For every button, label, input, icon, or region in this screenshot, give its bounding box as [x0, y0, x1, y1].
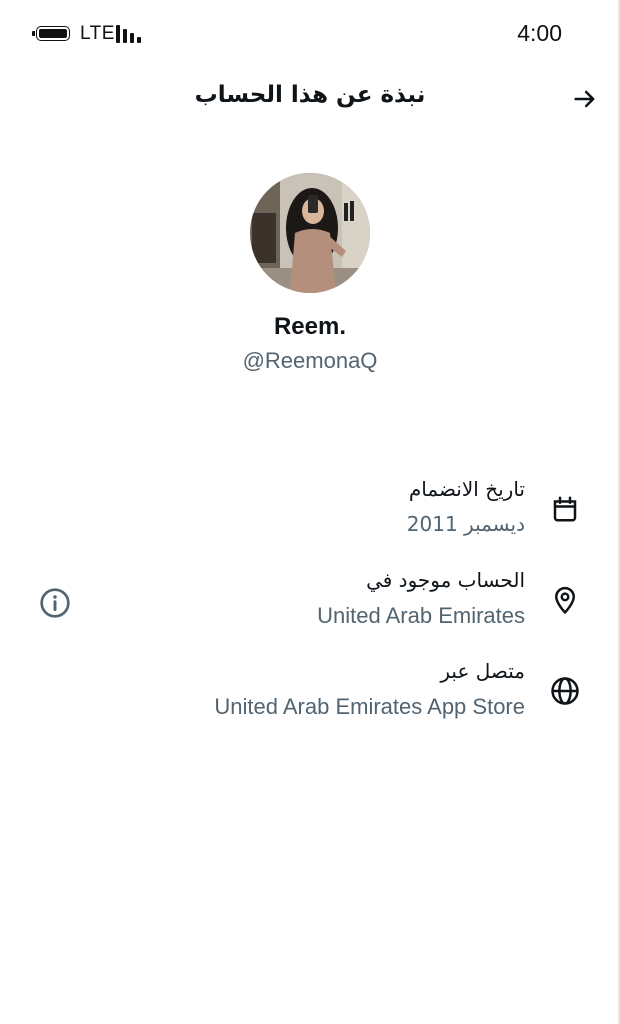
profile-photo	[250, 173, 370, 293]
display-name: Reem.	[273, 313, 347, 340]
connected-via-value: United Arab Emirates App Store	[214, 694, 525, 719]
avatar[interactable]	[250, 173, 370, 293]
location-pin-icon	[548, 583, 582, 617]
location-row: الحساب موجود في United Arab Emirates	[0, 568, 620, 638]
calendar-icon	[548, 492, 582, 526]
user-handle: @ReemonaQ	[242, 348, 378, 373]
network-type: LTE	[80, 23, 115, 44]
globe-icon	[548, 674, 582, 708]
arrow-right-icon	[574, 90, 595, 108]
info-icon	[40, 588, 70, 618]
header: نبذة عن هذا الحساب	[0, 68, 620, 132]
status-bar: LTE 4:00	[0, 0, 620, 68]
status-time: 4:00	[517, 20, 562, 46]
battery-icon	[32, 26, 70, 41]
page-title: نبذة عن هذا الحساب	[194, 82, 426, 108]
location-value: United Arab Emirates	[317, 603, 525, 628]
back-button[interactable]	[570, 84, 600, 114]
connected-via-row: متصل عبر United Arab Emirates App Store	[0, 659, 620, 729]
connected-via-title: متصل عبر	[440, 659, 525, 683]
joined-row: تاريخ الانضمام ديسمبر 2011	[0, 477, 620, 547]
signal-strength-icon	[116, 25, 141, 43]
joined-title: تاريخ الانضمام	[408, 477, 525, 501]
info-button[interactable]	[38, 586, 72, 620]
location-title: الحساب موجود في	[366, 568, 525, 592]
joined-value: ديسمبر 2011	[406, 512, 525, 536]
